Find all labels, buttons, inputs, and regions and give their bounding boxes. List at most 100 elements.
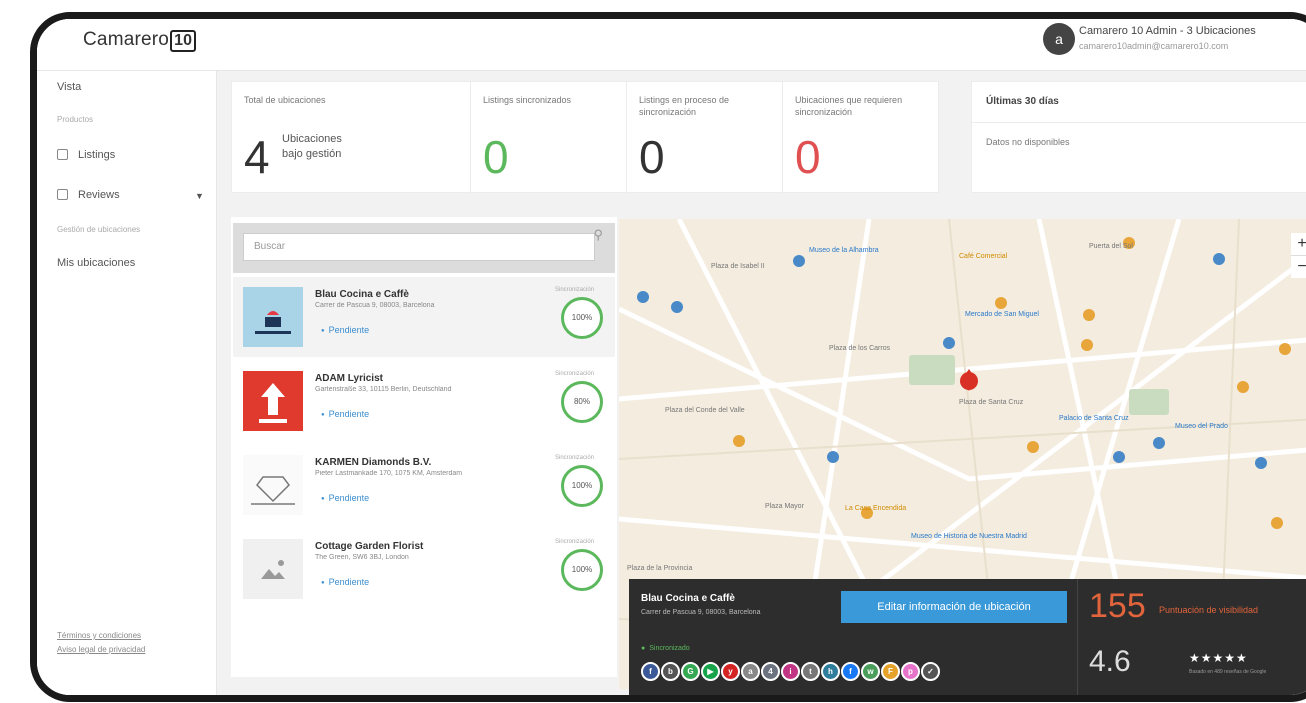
map-zoom-controls: + − — [1291, 233, 1306, 278]
chevron-down-icon[interactable]: ▼ — [195, 191, 204, 201]
recent-empty-text: Datos no disponibles — [986, 137, 1070, 147]
privacy-link[interactable]: Aviso legal de privacidad — [57, 645, 145, 654]
apple-icon[interactable]: a — [741, 662, 760, 681]
sidebar-item-listings[interactable]: Listings — [57, 149, 115, 161]
recent-panel: Últimas 30 días Datos no disponibles — [971, 81, 1306, 193]
listings-icon — [57, 149, 68, 160]
social-icons: f b G ▶ y a 4 i t h f w Fp ✓ — [641, 661, 941, 681]
score-ring: 100% — [561, 297, 603, 339]
map-label: Palacio de Santa Cruz — [1059, 415, 1129, 422]
map-label: Plaza del Conde del Valle — [665, 407, 745, 414]
recent-title: Últimas 30 días — [986, 96, 1059, 107]
device-frame: Camarero 10 a Camarero 10 Admin - 3 Ubica… — [30, 12, 1306, 702]
selected-location-address: Carrer de Pascua 9, 08003, Barcelona — [641, 609, 761, 616]
stats-panel: Total de ubicaciones 4 Ubicaciones bajo … — [231, 81, 940, 194]
facebook-2-icon[interactable]: f — [841, 662, 860, 681]
status-badge: Pendiente — [321, 577, 370, 587]
map-label: Puerta del Sol — [1089, 243, 1133, 250]
reviews-label: Basado en 489 reseñas de Google — [1189, 669, 1267, 675]
user-email: camarero10admin@camarero10.com — [1079, 41, 1229, 51]
sidebar: Vista Productos Listings Reviews ▼ Gesti… — [37, 71, 217, 695]
user-name[interactable]: Camarero 10 Admin - 3 Ubicaciones — [1079, 25, 1303, 37]
location-name: Cottage Garden Florist — [315, 541, 424, 552]
location-thumbnail — [243, 371, 303, 431]
score-ring: 100% — [561, 549, 603, 591]
score-ring: 100% — [561, 465, 603, 507]
stat-value: 4 — [244, 131, 270, 183]
visibility-score: 155 — [1089, 587, 1146, 625]
stat-label: Listings en proceso de sincronización — [639, 95, 730, 117]
sync-status: Sincronizado — [641, 645, 689, 652]
list-item[interactable]: KARMEN Diamonds B.V. Pieter Lastmankade … — [233, 445, 615, 525]
edit-location-button[interactable]: Editar información de ubicación — [841, 591, 1067, 623]
list-item[interactable]: Blau Cocina e Caffè Carrer de Pascua 9, … — [233, 277, 615, 357]
map-label: Plaza Mayor — [765, 503, 804, 510]
zoom-out-button[interactable]: − — [1291, 255, 1306, 278]
location-address: The Green, SW6 3BJ, London — [315, 554, 409, 561]
score-label: Sincronización — [555, 539, 595, 545]
stat-sub: Ubicaciones bajo gestión — [282, 133, 342, 160]
zoom-in-button[interactable]: + — [1291, 233, 1306, 255]
map-label: Museo del Prado — [1175, 423, 1228, 430]
location-thumbnail — [243, 539, 303, 599]
rating-stars: ★★★★★ — [1189, 651, 1248, 665]
map-label: Mercado de San Miguel — [965, 311, 1039, 318]
logo-badge: 10 — [170, 30, 197, 52]
terms-link[interactable]: Términos y condiciones — [57, 631, 141, 640]
sidebar-item-vista[interactable]: Vista — [57, 81, 81, 93]
location-info-bar: Blau Cocina e Caffè Carrer de Pascua 9, … — [629, 579, 1306, 695]
stat-value: 0 — [639, 131, 665, 183]
check-icon[interactable]: ✓ — [921, 662, 940, 681]
sidebar-item-mis-ubicaciones[interactable]: Mis ubicaciones — [57, 257, 135, 269]
foursquare-icon[interactable]: 4 — [761, 662, 780, 681]
map-label: Museo de la Alhambra — [809, 247, 879, 254]
search-icon[interactable]: ⚲ — [593, 227, 603, 243]
list-item[interactable]: Cottage Garden Florist The Green, SW6 3B… — [233, 529, 615, 609]
map-label: Plaza de Santa Cruz — [959, 399, 1024, 406]
stat-require-sync: Ubicaciones que requieren sincronización… — [782, 82, 940, 194]
reviews-icon — [57, 189, 68, 200]
waze-icon[interactable]: w — [861, 662, 880, 681]
map-label: Plaza de la Provincia — [627, 565, 693, 572]
search-input[interactable]: Buscar — [243, 233, 595, 261]
divider — [1077, 579, 1078, 695]
here-icon[interactable]: h — [821, 662, 840, 681]
search-bar: Buscar ⚲ — [233, 223, 615, 273]
rating-value: 4.6 — [1089, 645, 1131, 678]
stat-label: Ubicaciones que requieren sincronización — [795, 95, 903, 117]
app-logo[interactable]: Camarero 10 — [83, 29, 197, 52]
yelp-icon[interactable]: y — [721, 662, 740, 681]
google-icon[interactable]: G — [681, 662, 700, 681]
location-name: KARMEN Diamonds B.V. — [315, 457, 432, 468]
stat-in-progress: Listings en proceso de sincronización 0 — [626, 82, 782, 194]
instagram-icon[interactable]: i — [781, 662, 800, 681]
stat-total-locations: Total de ubicaciones 4 Ubicaciones bajo … — [232, 82, 470, 194]
stat-label: Total de ubicaciones — [244, 95, 326, 105]
sidebar-section-products: Productos — [57, 115, 94, 124]
tripadvisor-icon[interactable]: t — [801, 662, 820, 681]
top-bar: Camarero 10 a Camarero 10 Admin - 3 Ubica… — [37, 19, 1306, 71]
score-label: Sincronización — [555, 287, 595, 293]
map-label: Café Comercial — [959, 253, 1008, 260]
map-label: Plaza de los Carros — [829, 345, 891, 352]
list-item[interactable]: ADAM Lyricist Gartenstraße 33, 10115 Ber… — [233, 361, 615, 441]
score-ring: 80% — [561, 381, 603, 423]
logo-text: Camarero — [83, 29, 170, 50]
sidebar-item-label: Listings — [78, 149, 116, 161]
sidebar-section-locations: Gestión de ubicaciones — [57, 225, 141, 234]
map-label: Museo de Historia de Nuestra Madrid — [911, 533, 1027, 540]
arrow-logo-icon — [259, 383, 287, 423]
foursquare-2-icon[interactable]: F — [881, 662, 900, 681]
facebook-icon[interactable]: f — [641, 662, 660, 681]
divider — [972, 122, 1306, 123]
play-icon[interactable]: ▶ — [701, 662, 720, 681]
sidebar-item-reviews[interactable]: Reviews — [57, 189, 120, 201]
sidebar-item-label: Reviews — [78, 189, 120, 201]
selected-location-name: Blau Cocina e Caffè — [641, 593, 735, 604]
location-name: Blau Cocina e Caffè — [315, 289, 409, 300]
bing-icon[interactable]: b — [661, 662, 680, 681]
image-placeholder-icon — [261, 560, 285, 579]
pinterest-icon[interactable]: p — [901, 662, 920, 681]
stat-label: Listings sincronizados — [483, 95, 572, 105]
avatar[interactable]: a — [1043, 23, 1075, 55]
